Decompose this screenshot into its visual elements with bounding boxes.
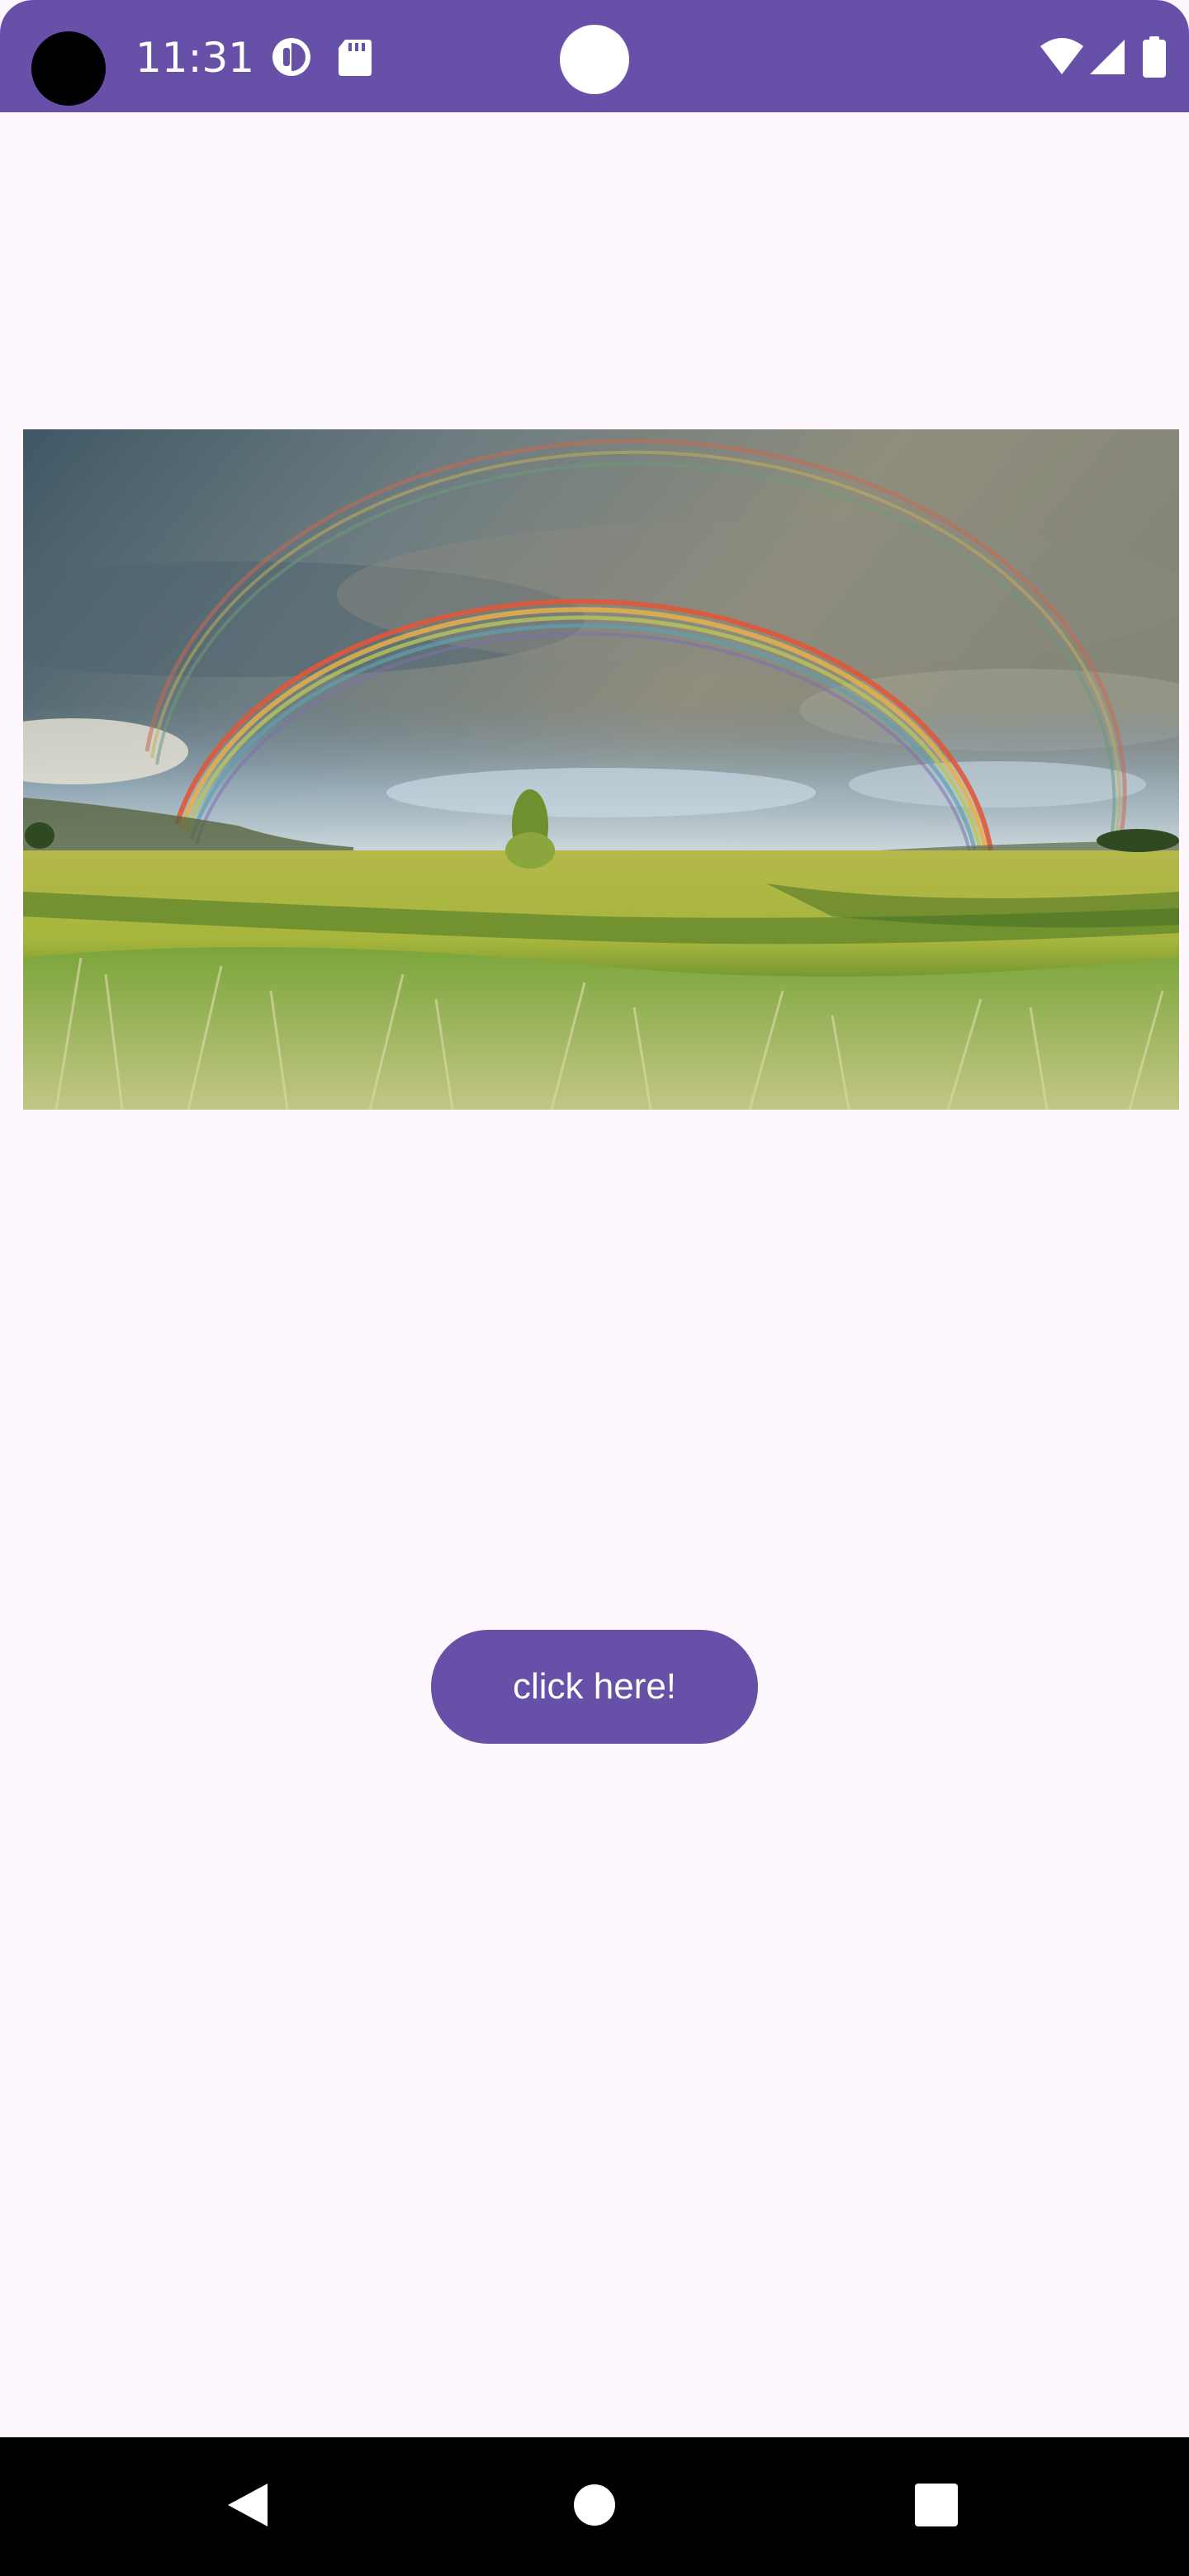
wifi-icon bbox=[1039, 36, 1085, 78]
home-icon bbox=[573, 2484, 616, 2531]
back-icon bbox=[225, 2480, 271, 2534]
back-button[interactable] bbox=[178, 2437, 317, 2576]
recents-icon bbox=[914, 2483, 959, 2531]
cell-signal-icon bbox=[1088, 36, 1130, 78]
camera-cutout bbox=[31, 31, 106, 106]
sd-card-icon bbox=[337, 36, 378, 78]
app-screen: 11:31 click here! bbox=[0, 0, 1189, 2576]
home-button[interactable] bbox=[525, 2437, 664, 2576]
recents-button[interactable] bbox=[867, 2437, 1006, 2576]
status-time: 11:31 bbox=[135, 34, 255, 82]
rainbow-landscape-image bbox=[23, 429, 1179, 1110]
click-here-button[interactable]: click here! bbox=[431, 1630, 758, 1744]
status-center-indicator bbox=[560, 25, 629, 94]
battery-icon bbox=[1141, 36, 1168, 78]
navigation-bar bbox=[0, 2437, 1189, 2576]
privacy-indicator-icon bbox=[271, 36, 312, 78]
status-bar: 11:31 bbox=[0, 0, 1189, 112]
